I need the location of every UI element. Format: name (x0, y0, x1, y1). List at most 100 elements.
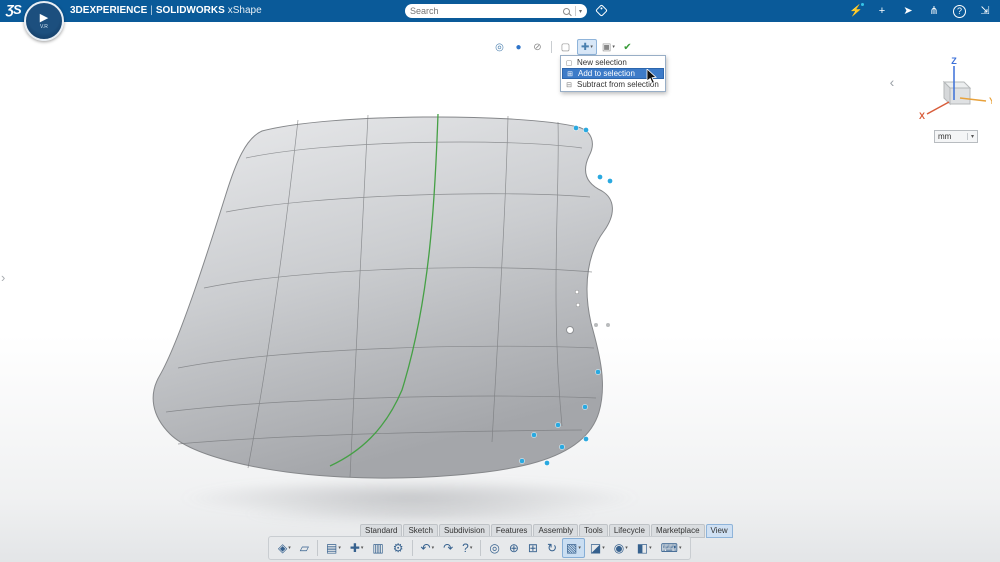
sketch-plane-icon: ▱ (300, 542, 309, 554)
gear-icon: ⚙ (393, 542, 404, 554)
box-select-icon[interactable]: ▢ (558, 39, 573, 55)
app-name: SOLIDWORKS (156, 5, 225, 16)
undo-icon: ↶ (421, 542, 431, 554)
display-style-button[interactable]: ◪▾ (586, 538, 609, 558)
zoom-fit-button[interactable]: ◎ (485, 538, 503, 558)
seat-model[interactable] (130, 100, 640, 530)
title-separator: | (150, 5, 153, 16)
sketch-plane-button[interactable]: ▱ (296, 538, 313, 558)
evaluate-button[interactable]: ▥ (368, 538, 387, 558)
section-view-button[interactable]: ◧▾ (633, 538, 656, 558)
caret-icon: ▾ (338, 545, 341, 551)
tab-view[interactable]: View (706, 524, 733, 538)
help-icon: ? (462, 542, 469, 554)
undo-button[interactable]: ↶▾ (417, 538, 439, 558)
caret-icon: ▾ (578, 545, 581, 551)
search-icon[interactable] (563, 8, 570, 15)
application-window: ƷS 3DEXPERIENCE|SOLIDWORKSxShape ▾ ⚡ + ➤… (0, 0, 1000, 562)
caret-icon: ▾ (625, 545, 628, 551)
tag-icon[interactable] (595, 4, 608, 17)
shortcuts-button[interactable]: ⌨▾ (657, 538, 686, 558)
selection-mode-button[interactable]: ✚ ▾ (577, 39, 597, 55)
view-orientation-icon: ▧ (566, 542, 577, 554)
3dexperience-compass[interactable]: ▶ V.R (24, 1, 64, 41)
axis-x-label: X (919, 111, 925, 121)
hide-show-icon: ◉ (614, 542, 624, 554)
zoom-area-button[interactable]: ⊞ (524, 538, 542, 558)
collapse-panel-right-icon[interactable]: ‹ (884, 72, 900, 92)
add-to-selection-icon: ⊞ (566, 70, 574, 78)
units-dropdown[interactable]: mm ▾ (934, 130, 978, 143)
zoom-fit-icon: ◎ (489, 542, 499, 554)
mouse-cursor (646, 69, 658, 85)
hide-show-button[interactable]: ◉▾ (610, 538, 632, 558)
model-shadow (180, 478, 640, 526)
share-icon[interactable]: ➤ (901, 4, 915, 18)
toolbar-separator (412, 540, 413, 556)
display-style-icon: ◪ (590, 542, 601, 554)
lasso-select-button[interactable]: ▣ ▾ (601, 39, 616, 55)
save-button[interactable]: ▤▾ (322, 538, 345, 558)
insert-icon: ✚ (350, 542, 360, 554)
caret-icon: ▾ (432, 545, 435, 551)
search-input[interactable] (410, 6, 561, 16)
notifications-icon[interactable]: ⚡ (849, 4, 863, 18)
compass-play-icon: ▶ (40, 13, 48, 23)
compass-label: V.R (40, 24, 48, 30)
caret-icon: ▾ (361, 545, 364, 551)
insert-button[interactable]: ✚▾ (346, 538, 368, 558)
caret-icon: ▾ (649, 545, 652, 551)
view-compass-button[interactable]: ◈▾ (274, 538, 295, 558)
search-scope-caret-icon[interactable]: ▾ (579, 8, 582, 15)
redo-button[interactable]: ↷ (439, 538, 457, 558)
caret-icon: ▾ (288, 545, 291, 551)
help-icon[interactable]: ? (953, 5, 966, 18)
rotate-view-icon: ↻ (547, 542, 557, 554)
community-icon[interactable]: ⋔ (927, 4, 941, 18)
expand-panel-left-icon[interactable]: › (1, 270, 5, 285)
view-triad[interactable]: Z Y X (916, 56, 992, 122)
product-name: xShape (228, 5, 262, 16)
app-title: 3DEXPERIENCE|SOLIDWORKSxShape (70, 5, 262, 16)
axis-y-label: Y (989, 96, 992, 106)
accept-icon[interactable]: ✔ (620, 39, 635, 55)
toolbar-separator (317, 540, 318, 556)
display-filter-icon[interactable]: ◎ (492, 39, 507, 55)
toolbar-separator (480, 540, 481, 556)
pan-icon: ⊕ (509, 542, 519, 554)
zoom-area-icon: ⊞ (528, 542, 538, 554)
help-button[interactable]: ?▾ (458, 538, 476, 558)
selection-mode-caret-icon: ▾ (590, 44, 593, 50)
add-content-icon[interactable]: + (875, 4, 889, 18)
save-icon: ▤ (326, 542, 337, 554)
clear-filters-icon[interactable]: ⊘ (530, 39, 545, 55)
search-bar[interactable]: ▾ (405, 4, 587, 18)
axis-z-label: Z (951, 56, 957, 66)
select-through-icon[interactable]: ● (511, 39, 526, 55)
notification-badge (860, 2, 865, 7)
evaluate-icon: ▥ (372, 542, 383, 554)
lasso-select-caret-icon: ▾ (612, 44, 615, 50)
brand-name: 3DEXPERIENCE (70, 5, 147, 16)
units-caret-icon: ▾ (967, 133, 974, 140)
action-bar: ◈▾ ▱ ▤▾ ✚▾ ▥ ⚙ ↶▾ ↷ ?▾ ◎ ⊕ ⊞ ↻ ▧▾ ◪▾ ◉▾ … (268, 536, 691, 560)
new-selection-icon: ▢ (565, 59, 573, 67)
section-view-icon: ◧ (637, 542, 648, 554)
units-value: mm (938, 132, 967, 141)
dassault-logo[interactable]: ƷS (6, 2, 21, 17)
menu-item-label: Add to selection (578, 69, 635, 78)
selection-mode-icon: ✚ (581, 42, 589, 53)
keyboard-icon: ⌨ (661, 542, 678, 554)
titlebar: ƷS 3DEXPERIENCE|SOLIDWORKSxShape ▾ ⚡ + ➤… (0, 0, 1000, 22)
rotate-view-button[interactable]: ↻ (543, 538, 561, 558)
collapse-window-icon[interactable]: ⇲ (978, 4, 992, 18)
graphics-area[interactable]: ◎ ● ⊘ ▢ ✚ ▾ ▣ ▾ ✔ ▢ New selection ⊞ Add (0, 22, 1000, 562)
pan-button[interactable]: ⊕ (505, 538, 523, 558)
toolbar-separator (551, 41, 552, 53)
lasso-select-icon: ▣ (602, 42, 611, 53)
view-orientation-button[interactable]: ▧▾ (562, 538, 585, 558)
menu-item-label: New selection (577, 58, 627, 67)
options-button[interactable]: ⚙ (389, 538, 408, 558)
menu-item-new-selection[interactable]: ▢ New selection (562, 57, 664, 68)
caret-icon: ▾ (679, 545, 682, 551)
